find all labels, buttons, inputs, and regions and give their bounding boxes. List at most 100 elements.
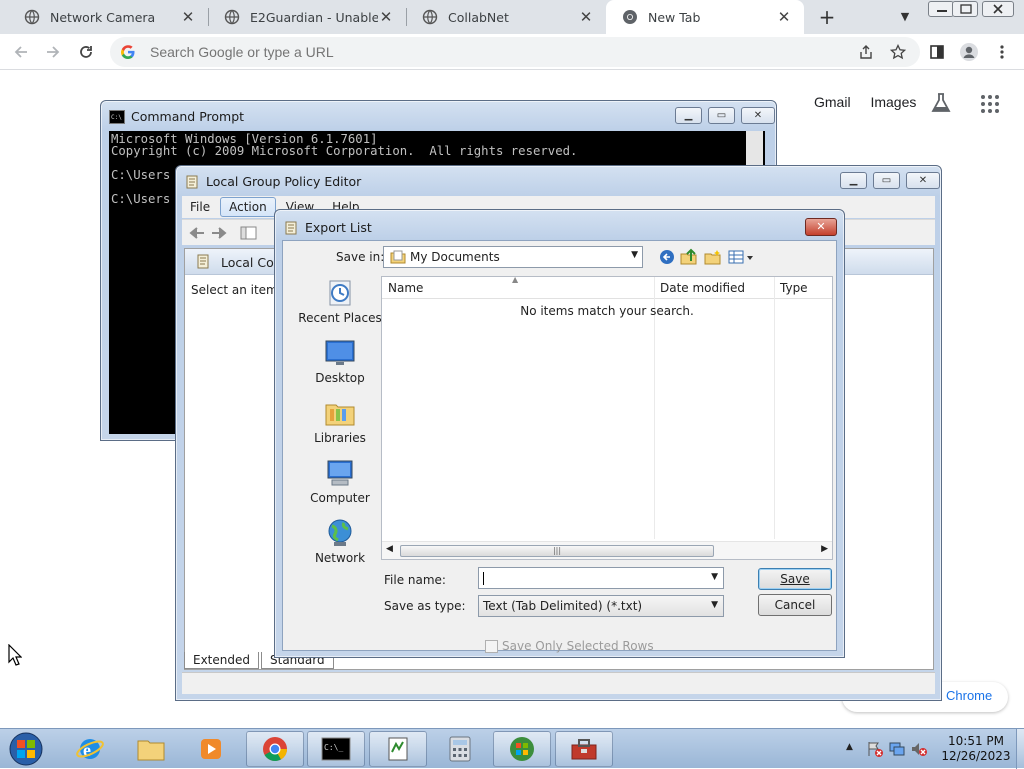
window-title: Local Group Policy Editor — [184, 174, 361, 189]
save-as-type-dropdown[interactable]: Text (Tab Delimited) (*.txt) ▼ — [478, 595, 724, 617]
taskbar-media-player[interactable] — [182, 731, 240, 767]
place-computer[interactable]: Computer — [293, 457, 387, 505]
minimize-button[interactable] — [928, 1, 954, 17]
taskbar-explorer[interactable] — [122, 731, 180, 767]
clock-date: 12/26/2023 — [941, 749, 1011, 763]
close-button[interactable]: ✕ — [906, 172, 940, 189]
libraries-icon — [325, 404, 355, 426]
new-tab-button[interactable]: + — [813, 4, 841, 30]
save-only-selected-checkbox[interactable]: Save Only Selected Rows — [485, 639, 654, 653]
forward-arrow-icon[interactable] — [42, 41, 64, 63]
place-libraries[interactable]: Libraries — [293, 397, 387, 445]
apps-grid-icon[interactable] — [980, 94, 1000, 114]
minimize-button[interactable]: ▁ — [840, 172, 867, 189]
chevron-down-icon: ▼ — [711, 600, 718, 610]
new-folder-icon[interactable] — [703, 248, 723, 266]
taskbar-chrome[interactable] — [246, 731, 304, 767]
close-icon[interactable]: ✕ — [180, 8, 196, 26]
cmd-icon: C:\_ — [321, 737, 351, 761]
column-header-name[interactable]: Name — [388, 281, 423, 295]
browser-toolbar — [0, 34, 1024, 70]
close-icon[interactable]: ✕ — [378, 8, 394, 26]
reload-icon[interactable] — [75, 41, 97, 63]
export-list-dialog[interactable]: Export List ✕ Save in: My Documents ▼ Re… — [274, 209, 845, 658]
taskbar-command-prompt[interactable]: C:\_ — [307, 731, 365, 767]
kebab-menu-icon[interactable] — [991, 41, 1013, 63]
show-tree-icon[interactable] — [240, 225, 258, 241]
show-hidden-icons-chevron-icon[interactable]: ▲ — [846, 742, 853, 752]
side-panel-icon[interactable] — [926, 41, 948, 63]
checkbox-label: Save Only Selected Rows — [502, 639, 654, 653]
menu-file[interactable]: File — [182, 198, 218, 216]
close-button[interactable]: ✕ — [805, 218, 837, 236]
scroll-left-arrow-icon[interactable]: ◀ — [386, 544, 393, 554]
column-header-date-modified[interactable]: Date modified — [660, 281, 745, 295]
documents-folder-icon — [390, 250, 406, 264]
file-list[interactable]: Name ▲ Date modified Type No items match… — [381, 275, 833, 560]
volume-muted-icon[interactable] — [910, 740, 928, 758]
tab-title: New Tab — [648, 9, 701, 25]
tab-extended[interactable]: Extended — [184, 652, 259, 669]
profile-avatar-icon[interactable] — [958, 41, 980, 63]
tab-collabnet[interactable]: CollabNet ✕ — [406, 0, 606, 34]
system-tray: ▲ 10:51 PM 12/26/2023 — [840, 729, 1024, 769]
horizontal-scrollbar[interactable]: ◀ ||| ▶ — [382, 541, 832, 559]
chevron-down-icon[interactable]: ▼ — [711, 572, 718, 582]
maximize-button[interactable]: ▭ — [873, 172, 900, 189]
close-button[interactable]: ✕ — [741, 107, 775, 124]
save-in-value: My Documents — [410, 250, 500, 264]
back-arrow-icon[interactable] — [10, 41, 32, 63]
restore-button[interactable] — [952, 1, 978, 17]
policy-scroll-icon — [285, 221, 297, 234]
tab-e2guardian[interactable]: E2Guardian - Unable to lo ✕ — [208, 0, 406, 34]
network-status-icon[interactable] — [888, 740, 906, 758]
menu-action[interactable]: Action — [220, 197, 276, 217]
close-window-button[interactable] — [982, 1, 1014, 17]
taskbar-internet-explorer[interactable]: e — [61, 731, 119, 767]
cancel-button[interactable]: Cancel — [758, 594, 832, 616]
window-title: C:\ Command Prompt — [109, 109, 244, 124]
maximize-button[interactable]: ▭ — [708, 107, 735, 124]
taskbar-clock[interactable]: 10:51 PM 12/26/2023 — [940, 734, 1012, 764]
column-header-type[interactable]: Type — [780, 281, 808, 295]
back-arrow-icon[interactable] — [188, 225, 206, 241]
taskbar-toolbox[interactable] — [555, 731, 613, 767]
scrollbar-thumb[interactable]: ||| — [400, 545, 714, 557]
omnibox-input[interactable] — [148, 43, 748, 61]
svg-text:C:\_: C:\_ — [324, 743, 343, 752]
forward-arrow-icon[interactable] — [210, 225, 228, 241]
taskbar-calculator[interactable] — [431, 731, 489, 767]
place-recent-places[interactable]: Recent Places — [293, 277, 387, 325]
view-menu-icon[interactable] — [727, 248, 755, 266]
address-bar[interactable] — [110, 37, 920, 67]
place-desktop[interactable]: Desktop — [293, 337, 387, 385]
share-icon[interactable] — [855, 41, 877, 63]
show-desktop-button[interactable] — [1016, 729, 1024, 769]
checkbox-box[interactable] — [485, 639, 498, 653]
window-title-text: Command Prompt — [131, 109, 245, 124]
start-orb-icon[interactable] — [6, 731, 46, 767]
file-name-input[interactable]: ▼ — [478, 567, 724, 589]
gmail-link[interactable]: Gmail — [814, 94, 851, 110]
go-back-icon[interactable] — [657, 248, 677, 266]
place-network[interactable]: Network — [293, 517, 387, 565]
tab-network-camera[interactable]: Network Camera ✕ — [8, 0, 208, 34]
taskbar-windows-app[interactable] — [493, 731, 551, 767]
bookmark-star-icon[interactable] — [887, 41, 909, 63]
tab-search-chevron-icon[interactable]: ▼ — [894, 6, 916, 28]
up-one-level-icon[interactable] — [679, 248, 699, 266]
close-icon[interactable]: ✕ — [578, 8, 594, 26]
close-icon[interactable]: ✕ — [776, 8, 792, 26]
tab-new-tab[interactable]: New Tab ✕ — [606, 0, 804, 34]
save-in-dropdown[interactable]: My Documents ▼ — [383, 246, 643, 268]
place-label: Libraries — [314, 431, 366, 445]
scroll-right-arrow-icon[interactable]: ▶ — [821, 544, 828, 554]
desktop-icon — [325, 340, 355, 365]
save-button[interactable]: Save — [758, 568, 832, 590]
taskbar-policy-editor[interactable] — [369, 731, 427, 767]
minimize-button[interactable]: ▁ — [675, 107, 702, 124]
file-list-header: Name ▲ Date modified Type — [382, 275, 832, 299]
images-link[interactable]: Images — [870, 94, 916, 110]
action-center-flag-icon[interactable] — [866, 740, 884, 758]
labs-flask-icon[interactable] — [930, 92, 952, 114]
